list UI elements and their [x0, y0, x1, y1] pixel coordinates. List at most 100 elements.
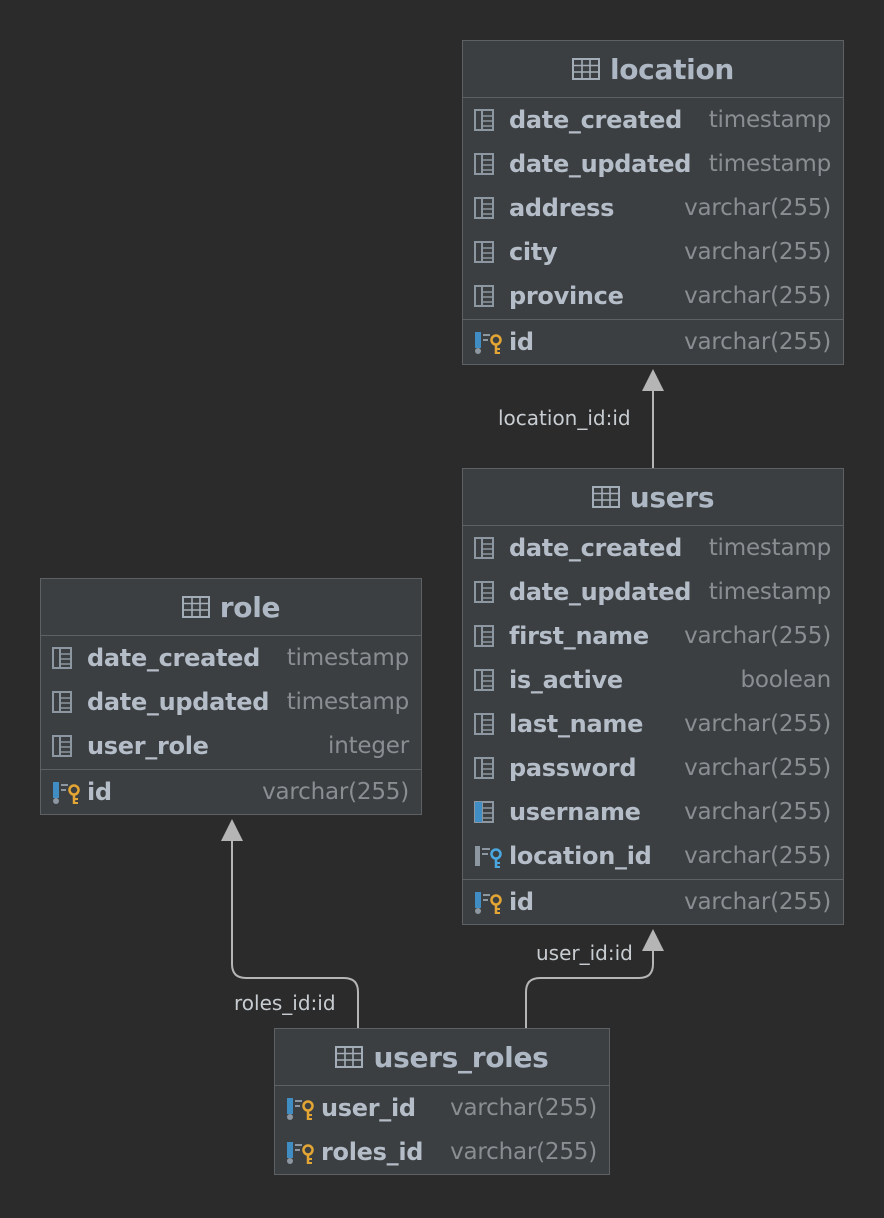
primary-key-row[interactable]: id varchar(255)	[41, 770, 421, 814]
column-name: date_created	[509, 106, 682, 134]
foreign-key-icon	[475, 846, 502, 868]
primary-foreign-key-icon	[287, 1098, 314, 1120]
column-icon	[474, 713, 494, 735]
column-row[interactable]: user_role integer	[41, 724, 421, 768]
column-row[interactable]: user_id varchar(255)	[275, 1086, 609, 1130]
column-icon	[52, 647, 72, 669]
column-row[interactable]: city varchar(255)	[463, 230, 843, 274]
column-row[interactable]: date_updated timestamp	[463, 570, 843, 614]
column-row[interactable]: first_name varchar(255)	[463, 614, 843, 658]
column-name: user_id	[321, 1094, 416, 1122]
column-name: city	[509, 238, 558, 266]
edge-users-roles-users-arrow	[642, 929, 664, 951]
column-name: password	[509, 754, 637, 782]
column-icon	[474, 757, 494, 779]
column-type: varchar(255)	[450, 1139, 597, 1165]
column-row[interactable]: date_updated timestamp	[463, 142, 843, 186]
column-icon	[474, 669, 494, 691]
column-icon	[474, 197, 494, 219]
column-list: user_id varchar(255) roles_id varchar(255)	[275, 1086, 609, 1174]
column-name: location_id	[509, 842, 652, 870]
column-type: varchar(255)	[684, 195, 831, 221]
table-users[interactable]: users date_created timestamp date_updated ti…	[462, 468, 844, 925]
column-name: is_active	[509, 666, 623, 694]
primary-key-section: id varchar(255)	[41, 769, 421, 814]
edge-label-roles-id: roles_id:id	[234, 991, 336, 1015]
column-icon	[52, 691, 72, 713]
table-users-roles[interactable]: users_roles user_id varchar(255) roles_id va…	[274, 1028, 610, 1175]
column-icon	[474, 109, 494, 131]
primary-foreign-key-icon	[287, 1142, 314, 1164]
column-row[interactable]: roles_id varchar(255)	[275, 1130, 609, 1174]
column-type: timestamp	[708, 151, 831, 177]
table-header: role	[41, 579, 421, 636]
column-name: id	[87, 778, 112, 806]
column-type: varchar(255)	[684, 755, 831, 781]
column-name: date_updated	[87, 688, 270, 716]
column-type: timestamp	[286, 645, 409, 671]
table-header: users	[463, 469, 843, 526]
column-name: last_name	[509, 710, 644, 738]
column-type: varchar(255)	[262, 779, 409, 805]
table-name: users_roles	[373, 1040, 549, 1074]
column-type: varchar(255)	[684, 711, 831, 737]
column-row[interactable]: date_created timestamp	[41, 636, 421, 680]
primary-key-row[interactable]: id varchar(255)	[463, 880, 843, 924]
column-name: date_created	[509, 534, 682, 562]
column-type: timestamp	[708, 107, 831, 133]
table-icon	[181, 596, 210, 618]
column-name: date_created	[87, 644, 260, 672]
column-type: varchar(255)	[684, 799, 831, 825]
column-type: varchar(255)	[684, 239, 831, 265]
column-name: id	[509, 328, 534, 356]
table-icon	[571, 58, 600, 80]
edge-label-location-id: location_id:id	[498, 406, 631, 430]
table-name: location	[609, 52, 735, 86]
column-row[interactable]: last_name varchar(255)	[463, 702, 843, 746]
column-name: date_updated	[509, 578, 692, 606]
primary-key-section: id varchar(255)	[463, 319, 843, 364]
column-row[interactable]: province varchar(255)	[463, 274, 843, 318]
column-row[interactable]: password varchar(255)	[463, 746, 843, 790]
column-name: date_updated	[509, 150, 692, 178]
edge-users-roles-role-arrow	[221, 819, 243, 841]
column-icon	[52, 735, 72, 757]
column-row[interactable]: username varchar(255)	[463, 790, 843, 834]
column-type: timestamp	[286, 689, 409, 715]
column-name: id	[509, 888, 534, 916]
column-row[interactable]: date_created timestamp	[463, 526, 843, 570]
table-icon	[335, 1046, 364, 1068]
column-icon	[474, 537, 494, 559]
column-icon	[474, 625, 494, 647]
column-icon	[474, 241, 494, 263]
column-type: varchar(255)	[450, 1095, 597, 1121]
column-type: varchar(255)	[684, 329, 831, 355]
primary-key-icon	[475, 332, 502, 354]
table-location[interactable]: location date_created timestamp date_update…	[462, 40, 844, 365]
column-name: roles_id	[321, 1138, 424, 1166]
column-name: address	[509, 194, 615, 222]
column-type: timestamp	[708, 579, 831, 605]
column-row[interactable]: date_created timestamp	[463, 98, 843, 142]
column-list: date_created timestamp date_updated timesta…	[463, 98, 843, 318]
column-name: first_name	[509, 622, 649, 650]
table-name: role	[219, 590, 281, 624]
column-icon	[474, 153, 494, 175]
primary-key-icon	[475, 892, 502, 914]
column-row[interactable]: location_id varchar(255)	[463, 834, 843, 878]
column-icon	[474, 285, 494, 307]
column-list: date_created timestamp date_updated timesta…	[41, 636, 421, 768]
column-name: province	[509, 282, 624, 310]
column-row[interactable]: is_active boolean	[463, 658, 843, 702]
primary-key-row[interactable]: id varchar(255)	[463, 320, 843, 364]
column-row[interactable]: address varchar(255)	[463, 186, 843, 230]
table-header: location	[463, 41, 843, 98]
table-role[interactable]: role date_created timestamp date_updated tim…	[40, 578, 422, 815]
column-type: varchar(255)	[684, 623, 831, 649]
column-row[interactable]: date_updated timestamp	[41, 680, 421, 724]
column-type: timestamp	[708, 535, 831, 561]
column-type: varchar(255)	[684, 889, 831, 915]
table-icon	[591, 486, 620, 508]
edge-label-user-id: user_id:id	[536, 941, 633, 965]
column-icon	[474, 581, 494, 603]
